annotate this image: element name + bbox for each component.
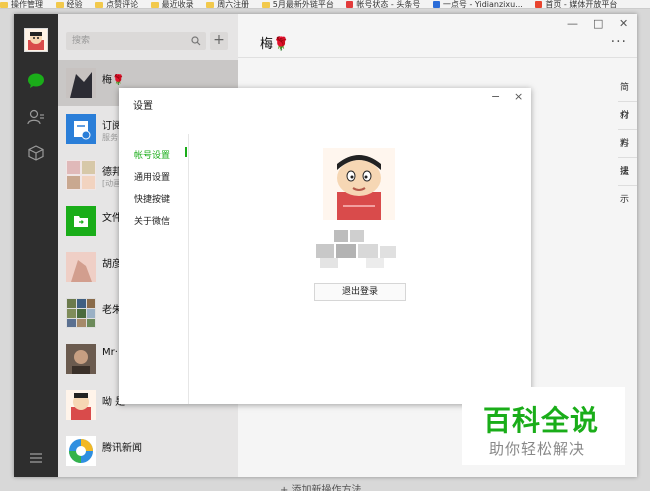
side-panel: 简介 材料 方法 提示 (618, 74, 637, 205)
profile-avatar (323, 148, 395, 220)
side-panel-item[interactable]: 简介 (618, 74, 637, 121)
active-indicator (185, 147, 187, 157)
side-panel-item[interactable]: 方法 (618, 130, 637, 177)
bookmark-item[interactable]: 一点号 - Yidianzixu... (432, 0, 523, 8)
subscription-icon (66, 114, 96, 144)
bookmark-item[interactable]: 操作管理 (0, 0, 43, 8)
user-avatar[interactable] (24, 28, 48, 52)
group-avatar (66, 160, 96, 190)
chat-header: 梅🌹 — □ ✕ ··· (238, 14, 637, 58)
baike-watermark: 百科全说 助你轻松解决 (462, 387, 625, 465)
folder-icon (261, 1, 270, 8)
yidian-icon (432, 1, 440, 8)
add-method-link[interactable]: + 添加新操作方法 (280, 481, 362, 491)
watermark-title: 百科全说 (483, 404, 600, 437)
bookmark-item[interactable]: 最近收录 (150, 0, 194, 8)
menu-about-wechat[interactable]: 关于微信 (134, 214, 170, 227)
favorites-icon[interactable] (26, 143, 46, 163)
blurred-nickname (306, 228, 406, 272)
settings-dialog: 设置 − × 帐号设置 通用设置 快捷按键 关于微信 退出登录 (119, 88, 531, 404)
bookmark-item[interactable]: 点赞评论 (95, 0, 138, 8)
dialog-minimize-button[interactable]: − (491, 90, 500, 103)
file-transfer-icon (66, 206, 96, 236)
avatar (66, 390, 96, 420)
more-button[interactable]: ··· (611, 34, 627, 50)
side-panel-item[interactable]: 提示 (618, 158, 637, 205)
search-input[interactable]: 搜索 (66, 32, 206, 50)
contacts-icon[interactable] (26, 107, 46, 127)
maximize-button[interactable]: □ (593, 17, 603, 30)
folder-icon (150, 1, 159, 8)
chat-item[interactable]: 腾讯新闻 (58, 428, 238, 474)
avatar (66, 344, 96, 374)
folder-icon (55, 1, 64, 8)
tencent-news-icon (66, 436, 96, 466)
bookmark-item[interactable]: 帐号状态 - 头条号 (346, 0, 420, 8)
menu-general-settings[interactable]: 通用设置 (134, 170, 170, 183)
folder-icon (206, 1, 215, 8)
watermark-subtitle: 助你轻松解决 (489, 440, 586, 458)
search-icon (191, 35, 201, 53)
dialog-title: 设置 (133, 101, 153, 112)
folder-icon (0, 1, 8, 8)
menu-icon[interactable] (26, 448, 46, 468)
chat-icon[interactable] (26, 71, 46, 91)
avatar (66, 252, 96, 282)
media-icon (535, 1, 543, 8)
add-button[interactable]: + (210, 32, 228, 50)
bookmark-item[interactable]: 经验 (55, 0, 83, 8)
bookmark-item[interactable]: 周六注册 (206, 0, 249, 8)
bookmarks-bar: 操作管理 经验 点赞评论 最近收录 周六注册 5月最新外链平台 帐号状态 - 头… (0, 0, 650, 9)
toutiao-icon (346, 1, 354, 8)
side-panel-item[interactable]: 材料 (618, 102, 637, 149)
minimize-button[interactable]: — (567, 17, 578, 30)
group-avatar (66, 298, 96, 328)
nav-sidebar (14, 14, 58, 477)
menu-shortcut-keys[interactable]: 快捷按键 (134, 192, 170, 205)
bookmark-item[interactable]: 5月最新外链平台 (261, 0, 334, 8)
bookmark-item[interactable]: 首页 - 媒体开放平台 (535, 0, 617, 8)
folder-icon (95, 1, 104, 8)
menu-account-settings[interactable]: 帐号设置 (134, 148, 170, 161)
avatar (66, 68, 96, 98)
logout-button[interactable]: 退出登录 (314, 283, 406, 301)
chat-title: 梅🌹 (260, 37, 290, 52)
close-button[interactable]: ✕ (619, 17, 628, 30)
dialog-close-button[interactable]: × (514, 90, 523, 103)
